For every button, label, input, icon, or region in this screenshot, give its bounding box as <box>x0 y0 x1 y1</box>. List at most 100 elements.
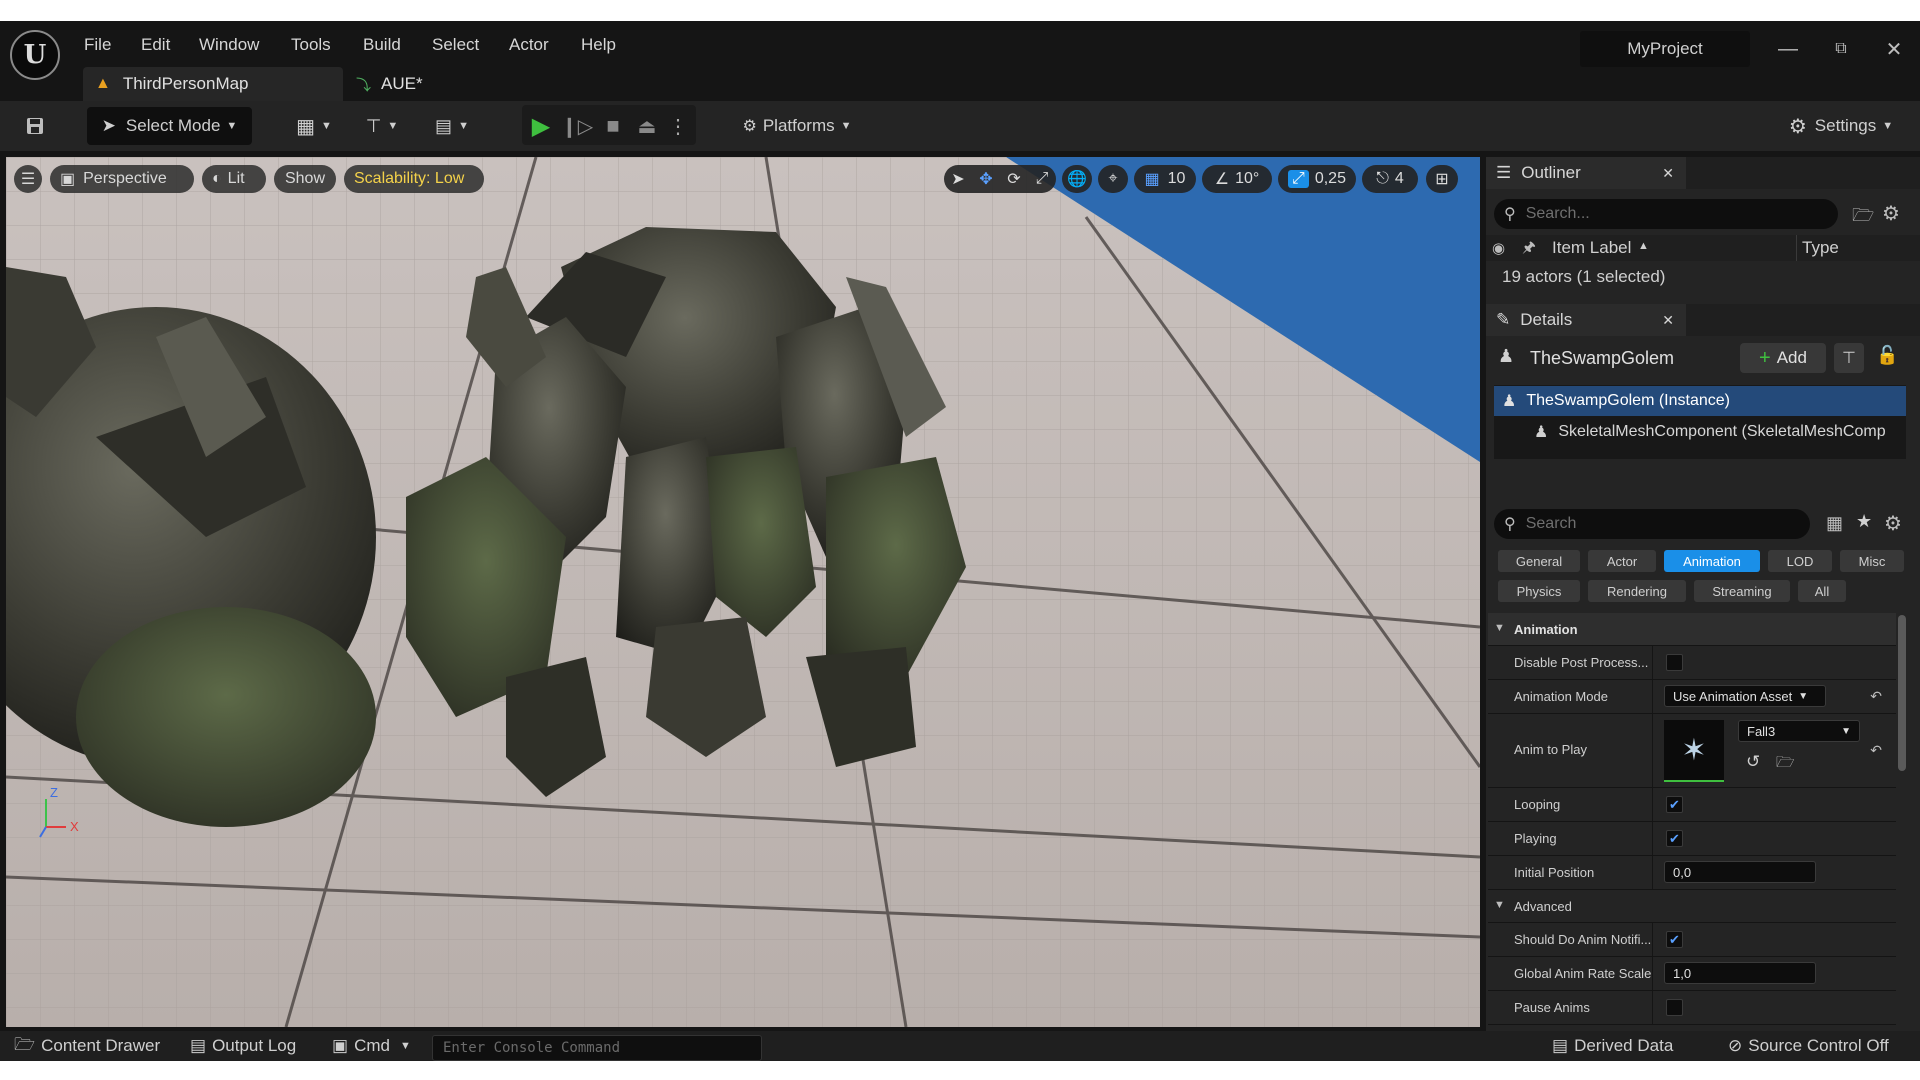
menu-file[interactable]: File <box>84 35 111 55</box>
outliner-settings-icon[interactable]: ⚙ <box>1882 201 1900 226</box>
scalability-button[interactable]: Scalability: Low <box>344 165 484 193</box>
content-drawer-button[interactable]: 🗁 Content Drawer <box>14 1031 160 1061</box>
prop-initial-position: Initial Position 0,0 <box>1488 856 1896 890</box>
category-physics[interactable]: Physics <box>1498 580 1580 602</box>
minimize-icon[interactable]: — <box>1770 31 1806 67</box>
column-item-label[interactable]: Item Label <box>1552 238 1631 258</box>
category-all[interactable]: All <box>1798 580 1846 602</box>
menu-edit[interactable]: Edit <box>141 35 170 55</box>
unreal-logo-icon[interactable]: U <box>10 30 60 80</box>
anim-asset-dropdown[interactable]: Fall3 ▼ <box>1738 720 1860 742</box>
outliner-search-input[interactable]: ⚲ Search... <box>1494 199 1838 229</box>
close-tab-icon[interactable]: ✕ <box>1662 312 1674 329</box>
tab-thirdpersonmap[interactable]: ▲ ThirdPersonMap <box>83 67 343 101</box>
surface-snap-icon[interactable]: ⌖ <box>1098 165 1128 193</box>
section-animation-header[interactable]: ▼ Animation <box>1488 613 1896 646</box>
category-misc[interactable]: Misc <box>1840 550 1904 572</box>
blueprints-button[interactable]: ⊤ ▼ <box>358 107 406 145</box>
category-lod[interactable]: LOD <box>1768 550 1832 572</box>
category-general[interactable]: General <box>1498 550 1580 572</box>
section-advanced-header[interactable]: ▼ Advanced <box>1488 890 1896 923</box>
pin-icon[interactable]: 🖈 <box>1522 237 1536 262</box>
select-mode-dropdown[interactable]: ➤ Select Mode ▼ <box>87 107 252 145</box>
animation-mode-dropdown[interactable]: Use Animation Asset ▼ <box>1664 685 1826 707</box>
platforms-dropdown[interactable]: ⚙ Platforms ▼ <box>732 107 862 145</box>
disable-post-process-checkbox[interactable] <box>1666 654 1683 671</box>
camera-speed-button[interactable]: ⎋ 4 <box>1362 165 1418 193</box>
looping-checkbox[interactable]: ✔ <box>1666 796 1683 813</box>
console-command-input[interactable]: Enter Console Command <box>432 1035 762 1061</box>
playing-checkbox[interactable]: ✔ <box>1666 830 1683 847</box>
should-do-anim-notifies-checkbox[interactable]: ✔ <box>1666 931 1683 948</box>
pause-anims-checkbox[interactable] <box>1666 999 1683 1016</box>
component-row-instance[interactable]: ♟ TheSwampGolem (Instance) <box>1494 386 1906 416</box>
perspective-button[interactable]: ▣ Perspective <box>50 165 194 193</box>
derived-data-button[interactable]: ▤ Derived Data <box>1552 1031 1673 1061</box>
play-options-icon[interactable]: ⋮ <box>668 107 688 145</box>
step-forward-icon[interactable]: ❙▷ <box>561 107 593 145</box>
actor-count: 19 actors (1 selected) <box>1502 267 1666 286</box>
stop-icon[interactable]: ■ <box>598 107 628 145</box>
lit-button[interactable]: ◐ Lit <box>202 165 266 193</box>
play-icon[interactable]: ▶ <box>526 107 556 145</box>
instance-label: TheSwampGolem (Instance) <box>1526 392 1730 409</box>
details-scrollbar[interactable] <box>1898 615 1906 771</box>
add-folder-icon[interactable]: 🗁 <box>1852 203 1874 233</box>
visibility-eye-icon[interactable]: ◉ <box>1492 239 1505 257</box>
select-tool-icon[interactable]: ➤ <box>944 165 972 193</box>
viewport-menu-icon[interactable]: ☰ <box>14 165 42 193</box>
show-button[interactable]: Show <box>274 165 336 193</box>
use-selected-asset-icon[interactable]: ↺ <box>1746 752 1760 772</box>
add-component-button[interactable]: + Add <box>1740 343 1826 373</box>
tab-aue[interactable]: ⤵ AUE* <box>356 67 456 101</box>
category-streaming[interactable]: Streaming <box>1694 580 1790 602</box>
close-window-icon[interactable]: ✕ <box>1876 31 1912 67</box>
reset-to-default-icon[interactable]: ↶ <box>1870 742 1882 759</box>
add-actor-button[interactable]: ▦ ▼ <box>290 107 338 145</box>
details-search-input[interactable]: ⚲ Search <box>1494 509 1810 539</box>
translate-tool-icon[interactable]: ✥ <box>972 165 1000 193</box>
settings-dropdown[interactable]: ⚙ Settings ▼ <box>1782 107 1900 145</box>
menu-tools[interactable]: Tools <box>291 35 331 55</box>
favorites-star-icon[interactable]: ★ <box>1856 511 1872 532</box>
category-animation[interactable]: Animation <box>1664 550 1760 572</box>
close-tab-icon[interactable]: ✕ <box>1662 165 1674 182</box>
output-log-button[interactable]: ▤ Output Log <box>190 1031 296 1061</box>
outliner-tab[interactable]: ☰ Outliner ✕ <box>1486 157 1686 189</box>
category-actor[interactable]: Actor <box>1588 550 1656 572</box>
eject-icon[interactable]: ⏏ <box>632 107 662 145</box>
scale-tool-icon[interactable]: ⤢ <box>1028 165 1056 193</box>
prop-label: Anim to Play <box>1514 742 1587 757</box>
camera-speed-value: 4 <box>1394 170 1404 187</box>
menu-build[interactable]: Build <box>363 35 401 55</box>
level-viewport[interactable]: Z X ☰ ▣ Perspective ◐ Lit Show Scalabili… <box>6 157 1480 1027</box>
component-row-skeletal-mesh[interactable]: ♟ SkeletalMeshComponent (SkeletalMeshCom… <box>1494 417 1906 447</box>
table-view-icon[interactable]: ▦ <box>1826 513 1843 534</box>
menu-select[interactable]: Select <box>432 35 479 55</box>
restore-icon[interactable]: ⧉ <box>1823 31 1859 67</box>
details-tab[interactable]: ✎ Details ✕ <box>1486 304 1686 336</box>
menu-window[interactable]: Window <box>199 35 259 55</box>
scale-snap-button[interactable]: ⤢ 0,25 <box>1278 165 1356 193</box>
reset-to-default-icon[interactable]: ↶ <box>1870 688 1882 705</box>
category-rendering[interactable]: Rendering <box>1588 580 1686 602</box>
global-anim-rate-scale-input[interactable]: 1,0 <box>1664 962 1816 984</box>
lock-icon[interactable]: 🔓 <box>1876 345 1898 366</box>
browse-asset-icon[interactable]: 🗁 <box>1776 752 1795 777</box>
column-type[interactable]: Type <box>1802 238 1839 258</box>
menu-actor[interactable]: Actor <box>509 35 549 55</box>
cinematics-button[interactable]: ▤ ▼ <box>428 107 476 145</box>
cmd-dropdown[interactable]: ▣ Cmd ▼ <box>332 1031 411 1061</box>
blueprint-convert-icon[interactable]: ⊤ <box>1834 343 1864 373</box>
grid-snap-button[interactable]: ▦ 10 <box>1134 165 1196 193</box>
save-icon[interactable] <box>18 107 52 145</box>
anim-thumbnail[interactable]: ✶ <box>1664 720 1724 782</box>
menu-help[interactable]: Help <box>581 35 616 55</box>
world-space-icon[interactable]: 🌐 <box>1062 165 1092 193</box>
initial-position-input[interactable]: 0,0 <box>1664 861 1816 883</box>
rotation-snap-button[interactable]: ∠ 10° <box>1202 165 1272 193</box>
rotate-tool-icon[interactable]: ⟳ <box>1000 165 1028 193</box>
source-control-button[interactable]: ⊘ Source Control Off <box>1728 1031 1889 1061</box>
details-settings-icon[interactable]: ⚙ <box>1884 511 1902 536</box>
layout-icon[interactable]: ⊞ <box>1426 165 1458 193</box>
